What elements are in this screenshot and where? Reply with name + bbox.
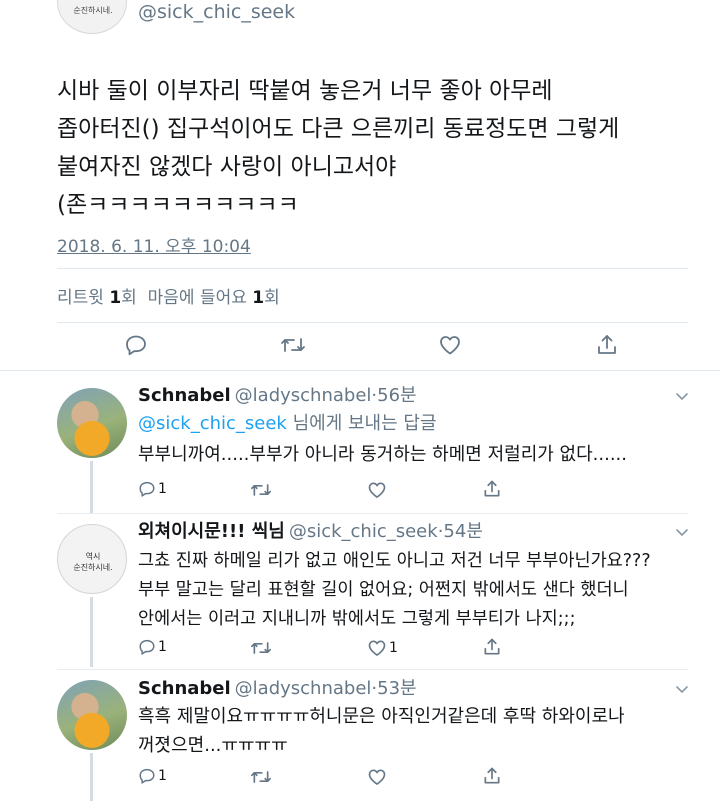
reply-header: Schnabel @ladyschnabel·53분 [138,678,417,699]
like-icon [368,482,386,498]
avatar-caption: 역시 순진하시네. [73,552,113,572]
author-handle[interactable]: @ladyschnabel [235,678,372,699]
reply-button[interactable]: 1 [138,638,167,656]
like-count: 1 [389,640,398,656]
retweet-stat-label[interactable]: 리트윗 [57,288,104,308]
retweet-icon [250,484,271,496]
chevron-down-icon [676,393,688,401]
display-name[interactable]: 외쳐이시문!!! 씩님 [138,521,285,542]
thread-line [90,753,93,801]
reply-icon [139,481,155,497]
author-handle[interactable]: @sick_chic_seek [138,0,295,24]
timestamp[interactable]: 53분 [377,678,416,699]
reply-count: 1 [158,768,167,784]
thread-line [90,461,93,513]
thread-line [90,597,93,667]
retweet-icon [281,338,305,352]
reply-icon [126,335,146,356]
more-menu-button[interactable] [674,388,690,408]
share-icon [484,638,500,655]
retweet-stat-count[interactable]: 1 [109,288,121,308]
more-menu-button[interactable] [674,681,690,701]
reply-header: Schnabel @ladyschnabel·56분 [138,385,417,406]
retweet-button[interactable] [280,333,306,357]
reply-count: 1 [158,639,167,655]
display-name[interactable]: Schnabel [138,678,231,699]
retweet-button[interactable] [250,638,272,658]
divider [57,268,688,269]
tweet-stats: 리트윗 1회 마음에 들어요 1회 [57,283,280,308]
reply-count: 1 [158,481,167,497]
author-handle[interactable]: @sick_chic_seek [289,521,438,542]
retweet-button[interactable] [250,480,272,500]
like-button[interactable] [367,767,387,787]
avatar[interactable] [57,680,127,750]
mention-link[interactable]: @sick_chic_seek [138,413,287,434]
retweet-icon [250,771,271,783]
tweet-timestamp[interactable]: 2018. 6. 11. 오후 10:04 [57,232,251,257]
like-icon [368,640,386,656]
share-button[interactable] [482,637,502,657]
avatar[interactable]: 순진하시네. [57,0,127,34]
display-name[interactable]: Schnabel [138,385,231,406]
avatar-caption: 순진하시네. [73,6,113,15]
chevron-down-icon [676,529,688,537]
reply-button[interactable] [124,333,148,357]
like-stat-label[interactable]: 마음에 들어요 [148,288,247,308]
reply-button[interactable]: 1 [138,767,167,785]
more-menu-button[interactable] [674,524,690,544]
retweet-button[interactable] [250,767,272,787]
divider [0,370,720,371]
divider [57,513,688,514]
tweet-text: 시바 둘이 이부자리 딱붙여 놓은거 너무 좋아 아무레 좁아터진() 집구석이… [57,78,620,218]
share-icon [484,480,500,497]
like-stat-unit: 회 [264,288,280,308]
like-icon [368,769,386,785]
share-button[interactable] [482,479,502,499]
share-button[interactable] [482,766,502,786]
like-stat-count[interactable]: 1 [252,288,264,308]
avatar[interactable]: 역시 순진하시네. [57,524,127,594]
reply-icon [139,639,155,655]
share-button[interactable] [595,333,619,357]
like-button[interactable] [367,480,387,500]
chevron-down-icon [676,686,688,694]
reply-text: 그쵸 진짜 하메일 리가 없고 애인도 아니고 저건 너무 부부아닌가요??? … [138,551,651,629]
reply-context: @sick_chic_seek 님에게 보내는 답글 [138,412,437,436]
avatar[interactable] [57,388,127,458]
reply-text: 부부니까여.....부부가 아니라 동거하는 하메면 저럴리가 없다...... [138,444,627,465]
reply-text: 흑흑 제말이요ㅠㅠㅠㅠ허니문은 아직인거같은데 후딱 하와이로나 꺼졋으면...… [138,706,625,756]
timestamp[interactable]: 56분 [377,385,416,406]
divider [57,322,688,323]
share-icon [598,335,616,354]
like-icon [440,336,460,355]
share-icon [484,767,500,784]
retweet-stat-unit: 회 [121,288,137,308]
reply-context-suffix: 님에게 보내는 답글 [286,413,437,434]
timestamp[interactable]: 54분 [443,521,482,542]
divider [57,669,688,670]
author-handle[interactable]: @ladyschnabel [235,385,372,406]
reply-icon [139,768,155,784]
retweet-icon [250,642,271,654]
like-button[interactable] [438,333,462,357]
reply-button[interactable]: 1 [138,480,167,498]
like-button[interactable]: 1 [367,638,398,658]
reply-header: 외쳐이시문!!! 씩님 @sick_chic_seek·54분 [138,521,483,542]
